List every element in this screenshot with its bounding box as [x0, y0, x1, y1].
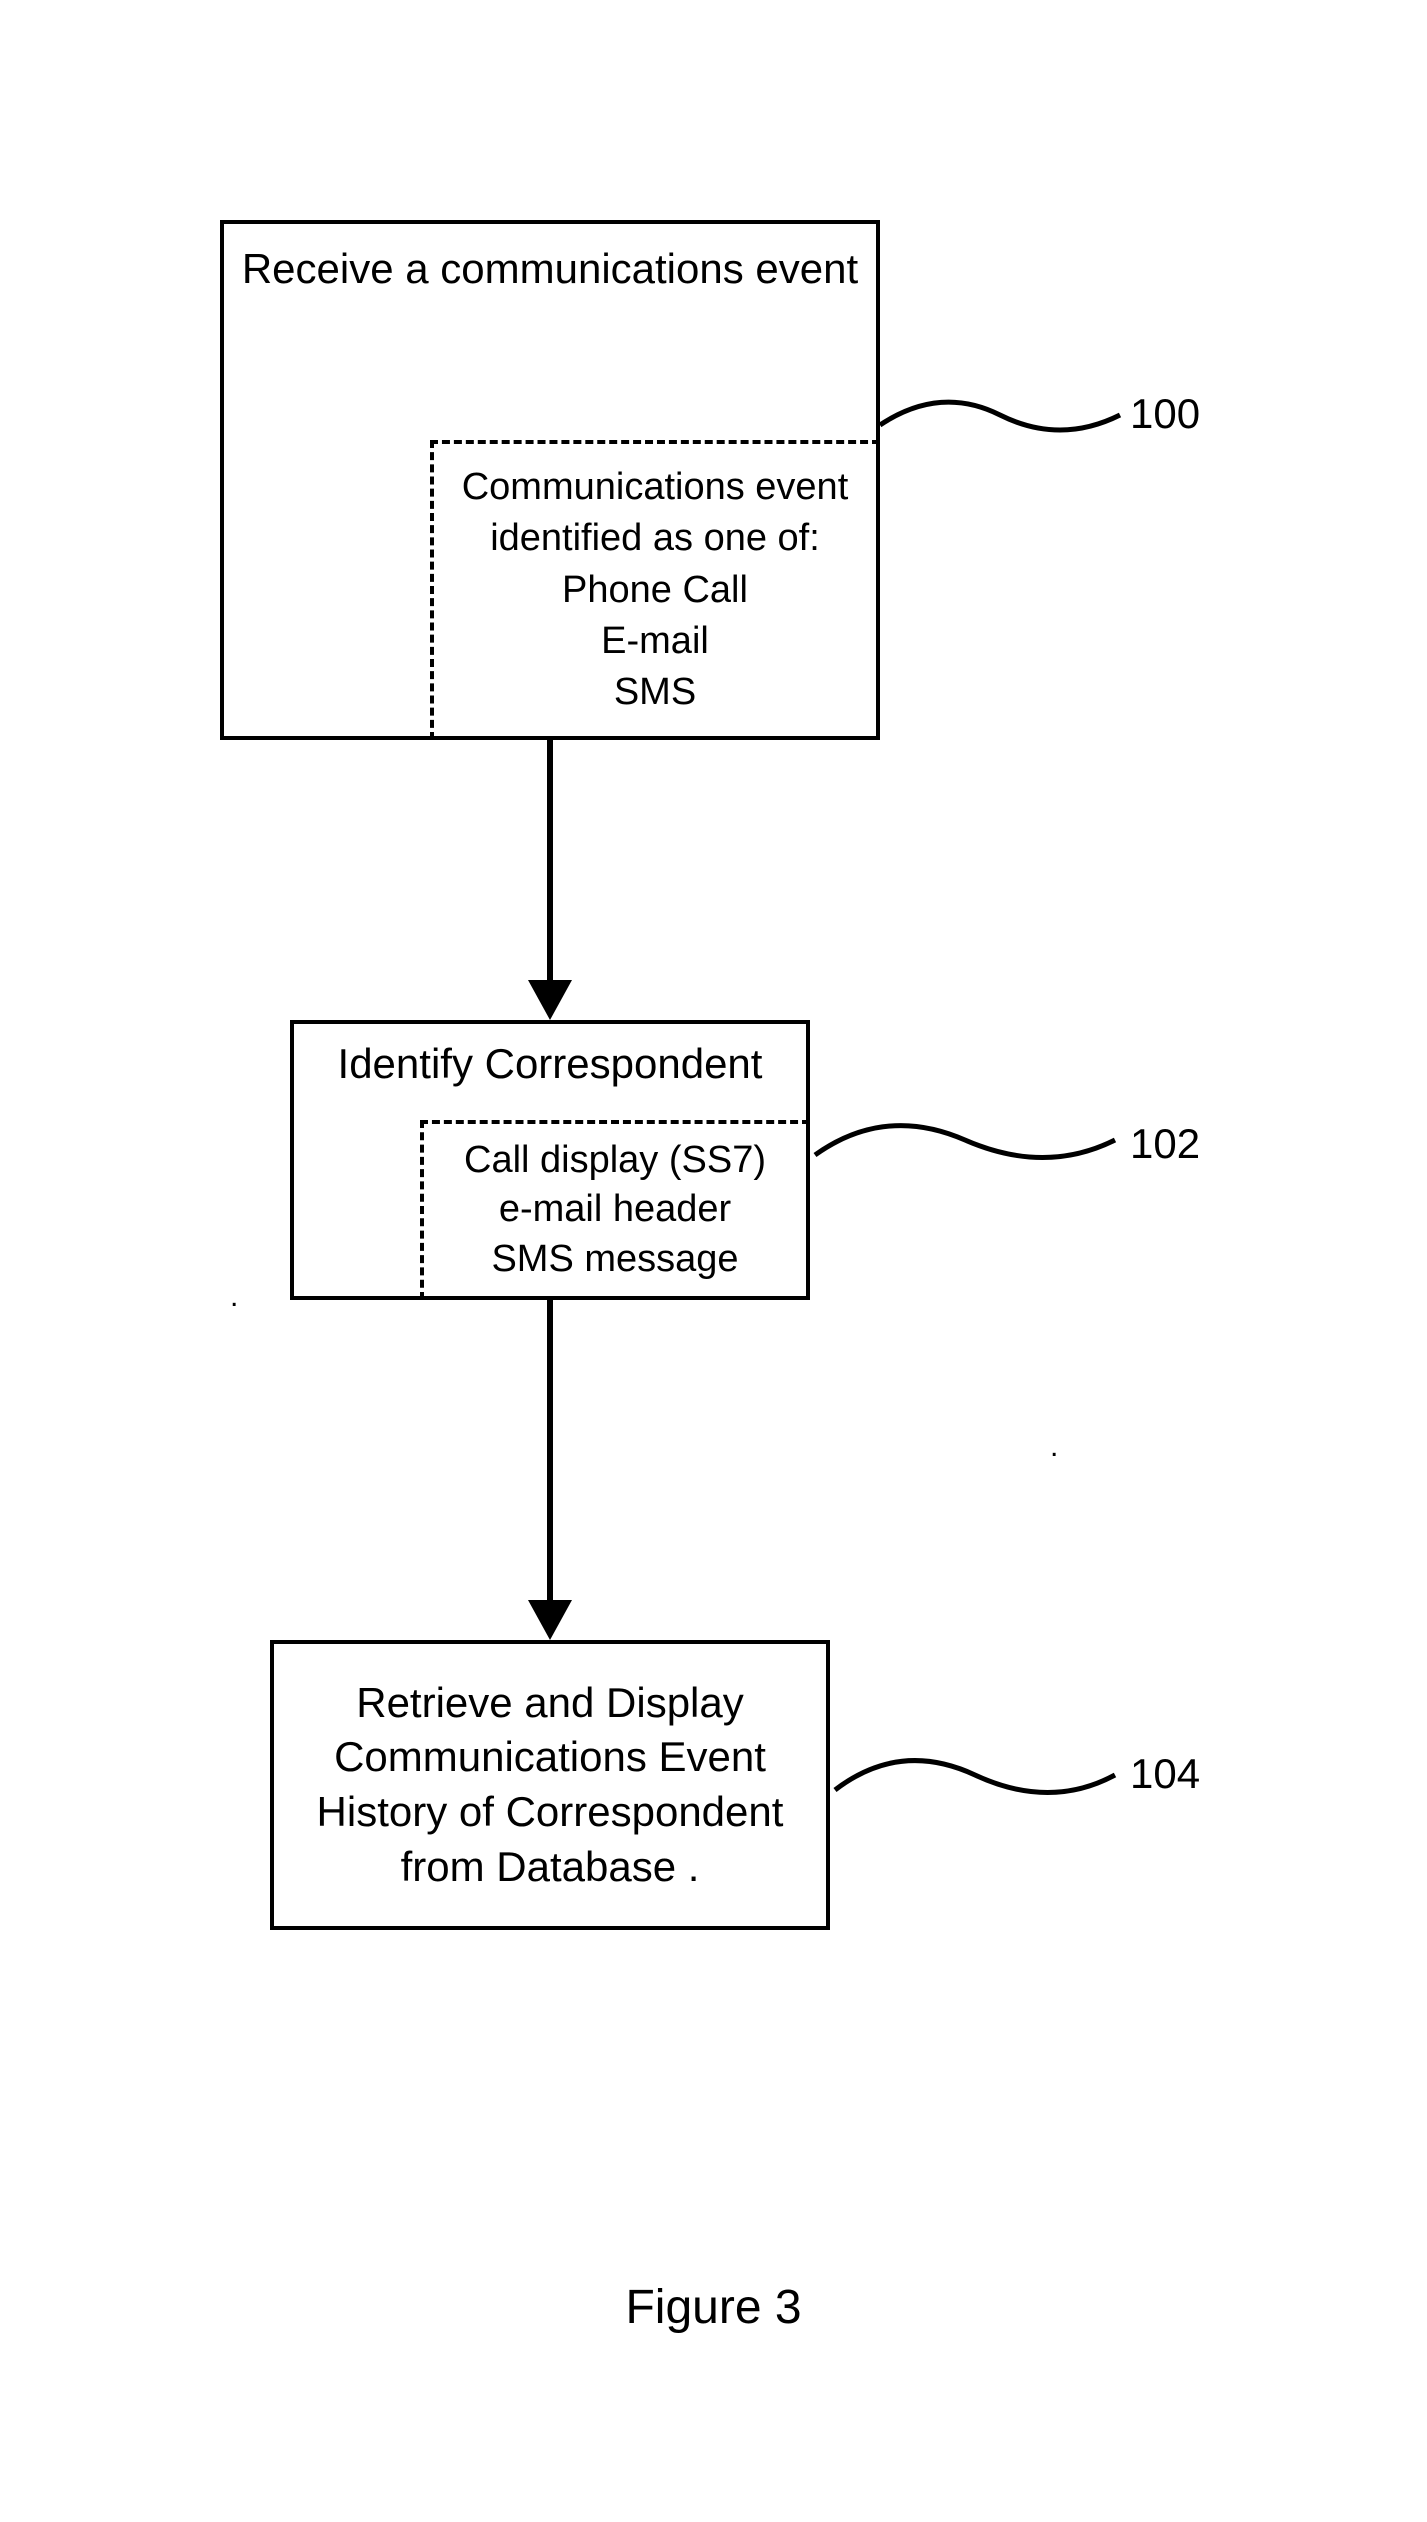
ref-label-100: 100	[1130, 390, 1200, 438]
arrow-2-to-3	[220, 1300, 880, 1640]
arrow-line-icon	[547, 1300, 553, 1610]
connector-100	[880, 395, 1130, 455]
arrow-head-icon	[528, 980, 572, 1020]
ref-label-104: 104	[1130, 1750, 1200, 1798]
step-identify-correspondent-box: Identify Correspondent Call display (SS7…	[290, 1020, 810, 1300]
step-2-detail-items: Call display (SS7) e-mail header SMS mes…	[424, 1136, 806, 1284]
step-1-detail-box: Communications event identified as one o…	[430, 440, 880, 740]
step-receive-event-box: Receive a communications event Communica…	[220, 220, 880, 740]
step-1-title: Receive a communications event	[224, 224, 876, 294]
figure-caption: Figure 3	[625, 2280, 801, 2335]
flowchart-diagram: Receive a communications event Communica…	[200, 220, 1200, 1930]
stray-dot: .	[230, 1280, 238, 1314]
stray-dot: .	[1050, 1430, 1058, 1464]
ref-label-102: 102	[1130, 1120, 1200, 1168]
step-2-title: Identify Correspondent	[294, 1024, 806, 1088]
step-3-text: Retrieve and Display Communications Even…	[274, 1676, 826, 1894]
arrow-line-icon	[547, 740, 553, 990]
connector-102	[815, 1110, 1125, 1180]
step-1-detail-title: Communications event identified as one o…	[434, 462, 876, 565]
step-retrieve-display-box: Retrieve and Display Communications Even…	[270, 1640, 830, 1930]
arrow-head-icon	[528, 1600, 572, 1640]
arrow-1-to-2	[220, 740, 880, 1020]
step-1-detail-items: Phone Call E-mail SMS	[434, 565, 876, 719]
connector-104	[835, 1745, 1125, 1815]
step-2-detail-box: Call display (SS7) e-mail header SMS mes…	[420, 1120, 810, 1300]
